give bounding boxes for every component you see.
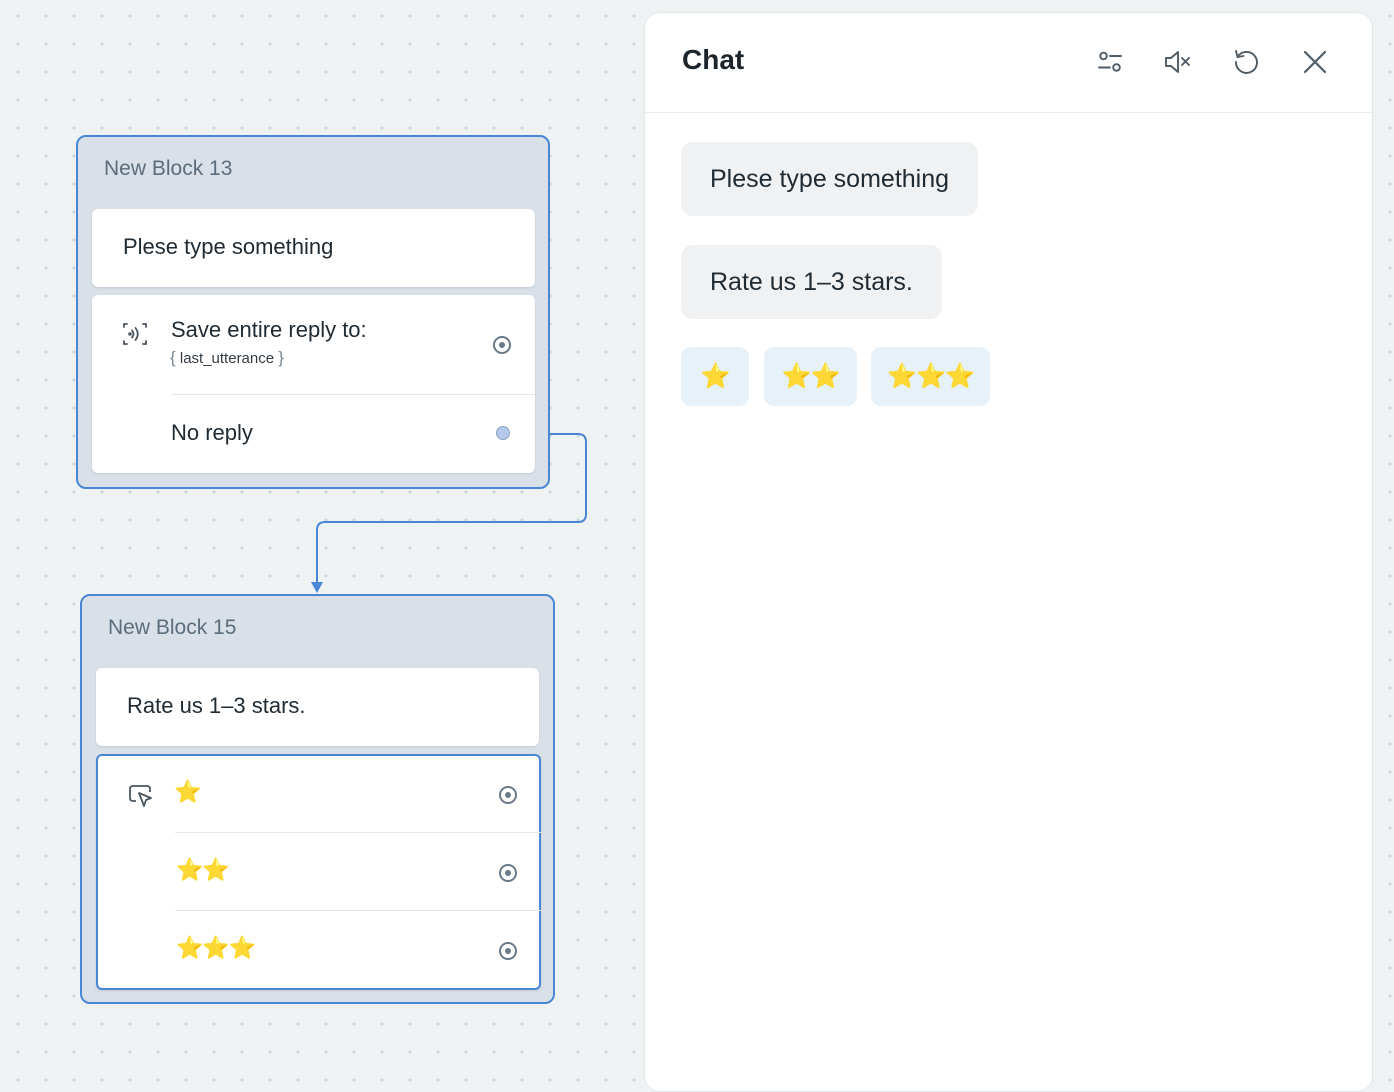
chat-panel: Chat Plese type something Rate us 1–3 st… xyxy=(644,12,1373,1092)
chat-message: Rate us 1–3 stars. xyxy=(681,245,942,319)
choice-three-stars: ⭐⭐⭐ xyxy=(175,936,256,962)
voice-capture-icon xyxy=(122,321,148,347)
brace-open: { xyxy=(170,348,176,367)
divider xyxy=(175,832,541,833)
capture-step[interactable]: Save entire reply to: { last_utterance }… xyxy=(92,295,535,473)
brace-close: } xyxy=(278,348,284,367)
variable-name: last_utterance xyxy=(179,350,275,367)
choice-three-port[interactable] xyxy=(499,942,517,960)
chat-message: Plese type something xyxy=(681,142,979,216)
reply-button-two-stars[interactable]: ⭐⭐ xyxy=(764,347,857,406)
capture-label: Save entire reply to: xyxy=(171,317,367,342)
variable-chip[interactable]: { last_utterance } xyxy=(170,348,284,368)
flow-canvas[interactable]: New Block 13 Plese type something Save e… xyxy=(0,0,640,1072)
settings-sliders-icon[interactable] xyxy=(1095,47,1125,77)
capture-port[interactable] xyxy=(493,336,511,354)
reply-button-one-star[interactable]: ⭐ xyxy=(681,347,749,406)
chat-header: Chat xyxy=(645,13,1372,113)
block-new-block-15[interactable]: New Block 15 Rate us 1–3 stars. ⭐ ⭐⭐ ⭐⭐⭐ xyxy=(80,594,555,1004)
choice-two-stars: ⭐⭐ xyxy=(176,858,231,884)
divider xyxy=(175,910,541,911)
choice-one-port[interactable] xyxy=(499,786,517,804)
block-new-block-13[interactable]: New Block 13 Plese type something Save e… xyxy=(76,135,550,489)
mute-icon[interactable] xyxy=(1162,47,1192,77)
pointer-click-icon xyxy=(127,782,155,810)
close-icon[interactable] xyxy=(1300,47,1330,77)
block-title: New Block 13 xyxy=(104,157,233,180)
message-text: Plese type something xyxy=(123,234,334,259)
restart-icon[interactable] xyxy=(1231,47,1261,77)
choice-one-star: ⭐ xyxy=(173,780,201,806)
message-step[interactable]: Plese type something xyxy=(92,209,535,287)
message-step[interactable]: Rate us 1–3 stars. xyxy=(96,668,539,746)
message-text: Rate us 1–3 stars. xyxy=(127,693,306,718)
buttons-step[interactable]: ⭐ ⭐⭐ ⭐⭐⭐ xyxy=(96,754,541,990)
block-title: New Block 15 xyxy=(108,616,237,639)
reply-button-three-stars[interactable]: ⭐⭐⭐ xyxy=(871,347,990,406)
no-reply-label: No reply xyxy=(171,420,253,445)
divider xyxy=(171,394,535,395)
chat-title: Chat xyxy=(682,44,745,75)
no-reply-port[interactable] xyxy=(496,426,510,440)
choice-two-port[interactable] xyxy=(499,864,517,882)
